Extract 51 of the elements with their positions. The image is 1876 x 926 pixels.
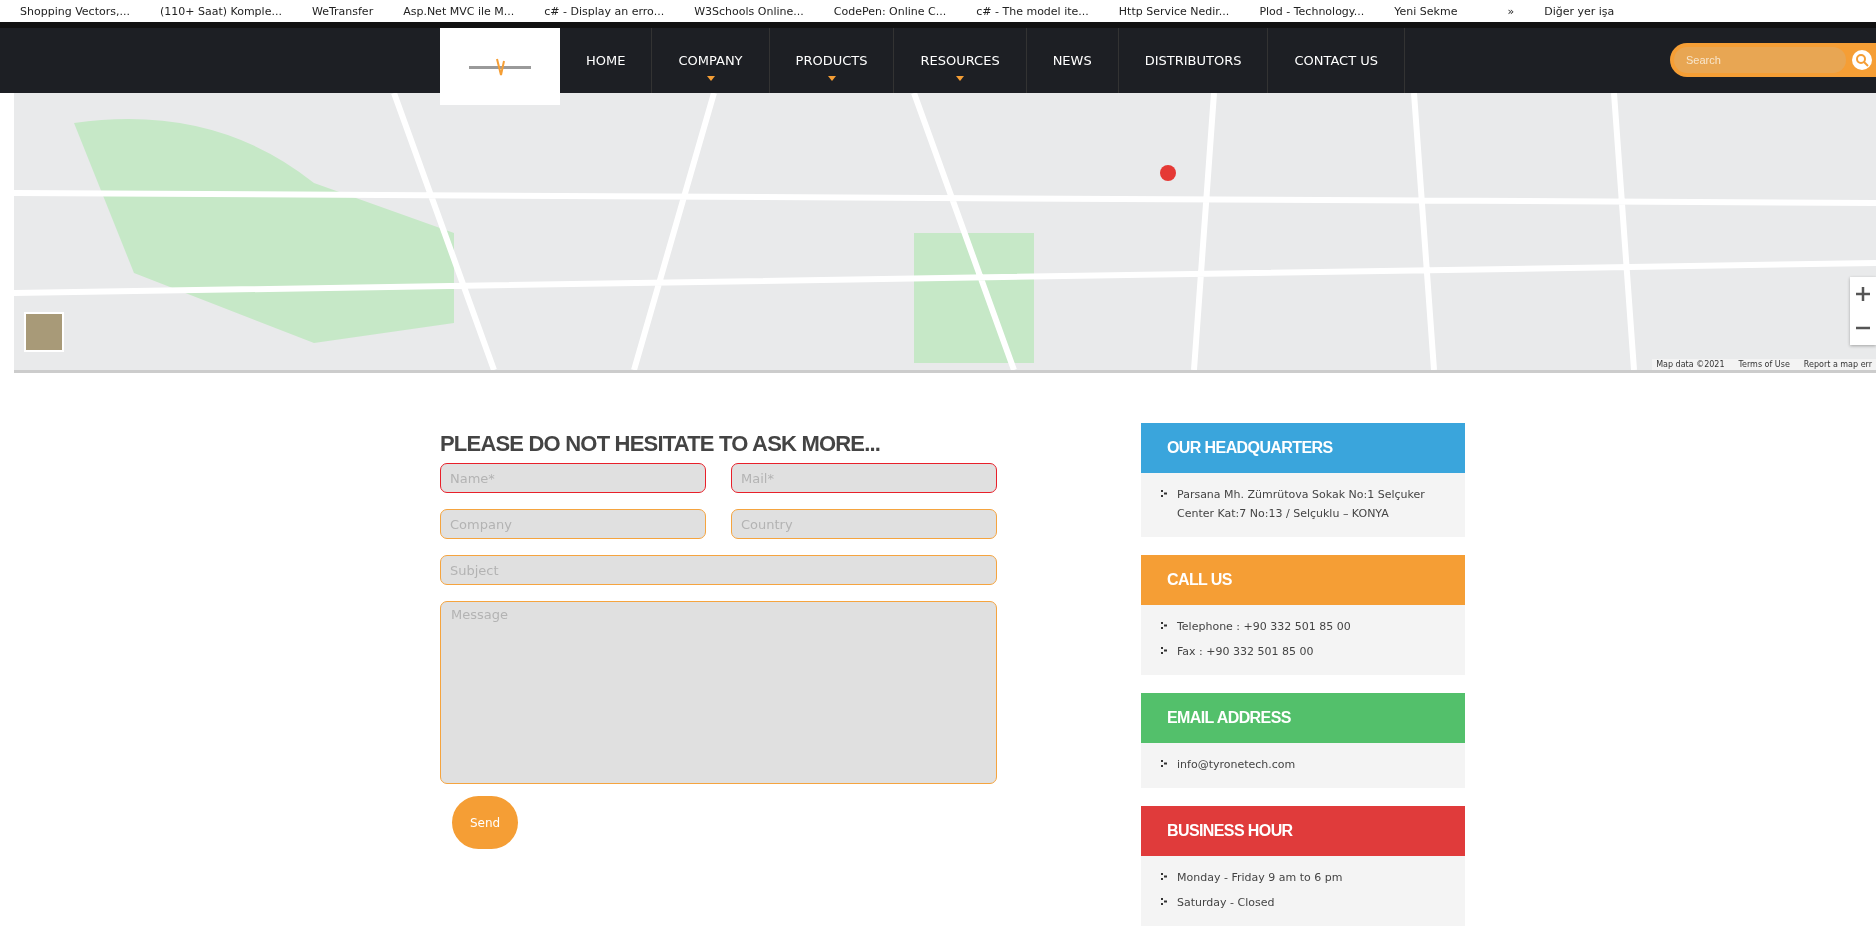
bookmark-link[interactable]: c# - The model ite... bbox=[976, 4, 1089, 18]
bookmark-link[interactable]: Http Service Nedir... bbox=[1118, 4, 1230, 18]
nav-link[interactable]: CONTACT US bbox=[1294, 53, 1379, 68]
bullet-icon bbox=[1161, 760, 1167, 767]
bookmark-link[interactable]: WeTransfer bbox=[311, 4, 374, 18]
card-text: info@tyronetech.com bbox=[1177, 757, 1296, 773]
logo-drawing bbox=[467, 56, 533, 77]
bookmark-link[interactable]: Asp.Net MVC ile M... bbox=[403, 4, 515, 18]
bullet-icon bbox=[1161, 622, 1167, 629]
bookmark-link[interactable]: (110+ Saat) Komple... bbox=[159, 4, 282, 18]
bullet-icon bbox=[1161, 873, 1167, 880]
bullet-icon bbox=[1161, 647, 1167, 654]
attribution-link[interactable]: Map data ©2021 bbox=[1656, 360, 1725, 369]
search-icon bbox=[1855, 53, 1869, 67]
caret-icon bbox=[956, 76, 965, 81]
search-button[interactable] bbox=[1852, 50, 1872, 70]
card-text: Saturday - Closed bbox=[1177, 895, 1275, 911]
plus-icon bbox=[1856, 287, 1870, 301]
bookmark-link[interactable]: CodePen: Online C... bbox=[833, 4, 947, 18]
card-title: EMAIL ADDRESS bbox=[1167, 709, 1291, 727]
card-text: Parsana Mh. Zümrütova Sokak No:1 Selçuker Center Kat:7 No:13 / Selçuklu – KONYA bbox=[1177, 487, 1426, 522]
nav-link[interactable]: COMPANY bbox=[678, 40, 743, 81]
caret-icon bbox=[827, 76, 836, 81]
nav-link[interactable]: PRODUCTS bbox=[795, 40, 868, 81]
nav-link[interactable]: HOME bbox=[586, 53, 626, 68]
satellite-thumbnail[interactable] bbox=[24, 312, 64, 352]
bullet-icon bbox=[1161, 490, 1167, 497]
card-title: CALL US bbox=[1167, 571, 1232, 589]
bookmark-link[interactable]: c# - Display an erro... bbox=[544, 4, 665, 18]
card-title: BUSINESS HOUR bbox=[1167, 822, 1293, 840]
bullet-icon bbox=[1161, 898, 1167, 905]
bookmark-link[interactable]: Plod - Technology... bbox=[1259, 4, 1365, 18]
map-placeholder[interactable]: Map data ©2021 Terms of Use Report a map err bbox=[14, 93, 1876, 373]
attribution-link[interactable]: Terms of Use bbox=[1738, 360, 1790, 369]
logo[interactable] bbox=[440, 28, 560, 105]
form-heading: PLEASE DO NOT HESITATE TO ASK MORE... bbox=[440, 430, 881, 458]
nav-link[interactable]: RESOURCES bbox=[920, 40, 1000, 81]
caret-icon bbox=[706, 76, 715, 81]
card-title: OUR HEADQUARTERS bbox=[1167, 439, 1333, 457]
more-bookmarks-button[interactable]: » bbox=[1507, 4, 1515, 18]
bookmark-link[interactable]: Yeni Sekme bbox=[1394, 4, 1458, 18]
nav-link[interactable]: DISTRIBUTORS bbox=[1144, 53, 1242, 68]
card-text: Fax : +90 332 501 85 00 bbox=[1177, 644, 1314, 660]
card-text: Monday - Friday 9 am to 6 pm bbox=[1177, 870, 1343, 886]
search-field[interactable]: Search bbox=[1674, 47, 1846, 73]
nav-link[interactable]: NEWS bbox=[1052, 53, 1092, 68]
attribution-link[interactable]: Report a map err bbox=[1803, 360, 1872, 369]
bookmark-link[interactable]: W3Schools Online... bbox=[694, 4, 804, 18]
card-text: Telephone : +90 332 501 85 00 bbox=[1177, 619, 1351, 635]
bookmark-link[interactable]: Shopping Vectors,... bbox=[20, 4, 130, 18]
bookmark-folder[interactable]: Diğer yer işa bbox=[1544, 4, 1615, 18]
